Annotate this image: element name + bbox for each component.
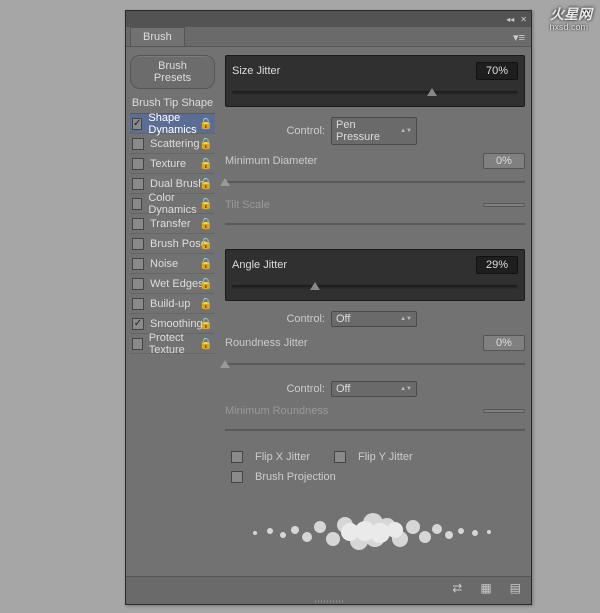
angle-jitter-value[interactable]: 29% [476,256,518,274]
lock-icon[interactable]: 🔒 [199,237,213,250]
list-item-brush-pose[interactable]: Brush Pose🔒 [130,234,215,254]
checkbox-icon[interactable] [132,318,144,330]
min-diameter-value[interactable]: 0% [483,153,525,169]
min-diameter-slider[interactable] [225,177,525,189]
brush-projection-label: Brush Projection [255,471,336,483]
min-roundness-value [483,409,525,413]
lock-icon[interactable]: 🔒 [199,137,213,150]
trash-icon[interactable]: ▤ [510,581,521,595]
tilt-scale-slider [225,219,525,231]
close-icon[interactable]: ✕ [520,15,527,24]
flip-y-checkbox[interactable] [334,451,346,463]
flip-y-label: Flip Y Jitter [358,451,413,463]
lock-icon[interactable]: 🔒 [199,337,213,350]
list-item-texture[interactable]: Texture 🔒 [130,154,215,174]
list-item-label: Dual Brush [150,178,204,190]
size-jitter-value[interactable]: 70% [476,62,518,80]
checkbox-icon[interactable] [132,178,144,190]
brush-preview [225,495,525,568]
checkbox-icon[interactable] [132,198,142,210]
panel-menu-icon[interactable]: ▾≡ [513,31,525,44]
checkbox-icon[interactable] [132,238,144,250]
roundness-jitter-value[interactable]: 0% [483,335,525,351]
lock-icon[interactable]: 🔒 [199,317,213,330]
min-diameter-label: Minimum Diameter [225,155,477,167]
angle-jitter-slider[interactable] [232,280,518,294]
brush-left-column: Brush Presets Brush Tip Shape Shape Dyna… [126,47,219,576]
checkbox-icon[interactable] [132,118,142,130]
size-control-select[interactable]: Pen Pressure▲▼ [331,117,417,145]
lock-icon[interactable]: 🔒 [199,277,213,290]
lock-icon[interactable]: 🔒 [199,217,213,230]
list-item-color-dynamics[interactable]: Color Dynamics🔒 [130,194,215,214]
min-roundness-slider [225,425,525,437]
size-jitter-slider[interactable] [232,86,518,100]
roundness-control-label: Control: [225,383,325,395]
roundness-jitter-slider[interactable] [225,359,525,371]
brush-options-list: Shape Dynamics🔒 Scattering🔒 Texture🔒 Dua… [130,113,215,354]
list-item-protect-texture[interactable]: Protect Texture🔒 [130,334,215,354]
tab-brush[interactable]: Brush [130,27,185,46]
list-item-label: Wet Edges [150,278,204,290]
list-item-build-up[interactable]: Build-up 🔒 [130,294,215,314]
angle-control-label: Control: [225,313,325,325]
checkbox-icon[interactable] [132,218,144,230]
roundness-control-select[interactable]: Off▲▼ [331,381,417,397]
brush-right-column: Size Jitter 70% Control: Pen Pressure▲▼ … [219,47,531,576]
chevron-updown-icon: ▲▼ [400,387,412,391]
brush-presets-button[interactable]: Brush Presets [130,55,215,89]
list-item-label: Smoothing [150,318,203,330]
flip-x-label: Flip X Jitter [255,451,310,463]
brush-panel: ◂◂ ✕ Brush ▾≡ Brush Presets Brush Tip Sh… [125,10,532,605]
angle-jitter-group: Angle Jitter 29% [225,249,525,301]
watermark-logo: 火星网 [550,4,592,24]
list-item-label: Noise [150,258,178,270]
tilt-scale-label: Tilt Scale [225,199,477,211]
roundness-jitter-label: Roundness Jitter [225,337,477,349]
list-item-label: Build-up [150,298,190,310]
brush-projection-checkbox[interactable] [231,471,243,483]
lock-icon[interactable]: 🔒 [199,177,213,190]
watermark-url: hxsd.com [549,22,588,32]
list-item-label: Transfer [150,218,191,230]
angle-jitter-label: Angle Jitter [232,259,287,271]
list-item-wet-edges[interactable]: Wet Edges🔒 [130,274,215,294]
checkbox-icon[interactable] [132,338,143,350]
list-item-scattering[interactable]: Scattering🔒 [130,134,215,154]
size-jitter-group: Size Jitter 70% [225,55,525,107]
panel-tabbar: Brush ▾≡ [126,27,531,47]
flip-x-checkbox[interactable] [231,451,243,463]
panel-titlebar: ◂◂ ✕ [126,11,531,27]
collapse-icon[interactable]: ◂◂ [506,15,514,24]
list-item-label: Texture [150,158,186,170]
angle-control-select[interactable]: Off▲▼ [331,311,417,327]
size-jitter-label: Size Jitter [232,65,280,77]
brush-tip-shape-heading[interactable]: Brush Tip Shape [130,97,215,109]
checkbox-icon[interactable] [132,158,144,170]
list-item-shape-dynamics[interactable]: Shape Dynamics🔒 [130,114,215,134]
min-roundness-label: Minimum Roundness [225,405,477,417]
checkbox-icon[interactable] [132,298,144,310]
lock-icon[interactable]: 🔒 [199,297,213,310]
size-control-label: Control: [225,125,325,137]
chevron-updown-icon: ▲▼ [400,129,412,133]
panel-footer: ⇄ ▦ ▤ [126,576,531,598]
lock-icon[interactable]: 🔒 [199,257,213,270]
list-item-transfer[interactable]: Transfer 🔒 [130,214,215,234]
checkbox-icon[interactable] [132,138,144,150]
resize-grip[interactable] [126,598,531,604]
lock-icon[interactable]: 🔒 [199,117,213,130]
brush-stroke-preview [225,497,525,567]
list-item-label: Scattering [150,138,200,150]
toggle-preview-icon[interactable]: ⇄ [452,581,462,595]
lock-icon[interactable]: 🔒 [199,197,213,210]
lock-icon[interactable]: 🔒 [199,157,213,170]
new-brush-icon[interactable]: ▦ [480,581,491,595]
chevron-updown-icon: ▲▼ [400,317,412,321]
checkbox-icon[interactable] [132,258,144,270]
tilt-scale-value [483,203,525,207]
checkbox-icon[interactable] [132,278,144,290]
list-item-noise[interactable]: Noise 🔒 [130,254,215,274]
